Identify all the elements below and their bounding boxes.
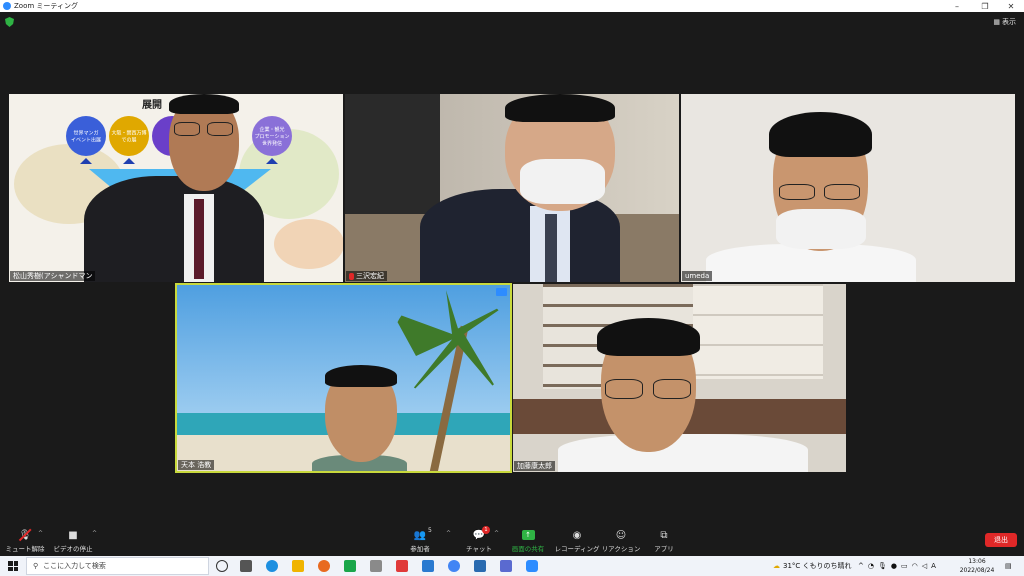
cabinet xyxy=(693,284,823,379)
maximize-button[interactable]: ❐ xyxy=(972,0,998,12)
apps-icon: ⧉ xyxy=(660,529,668,541)
glasses-icon xyxy=(653,379,691,399)
photos-icon[interactable] xyxy=(474,560,486,572)
apps-button[interactable]: ⧉ アプリ xyxy=(639,529,689,554)
reactions-icon: ☺ xyxy=(615,529,627,541)
weather-widget[interactable]: ☁ 31°C くもりのち晴れ xyxy=(773,556,852,576)
notification-icon[interactable]: ▤ xyxy=(1005,556,1012,576)
view-button-label: 表示 xyxy=(1002,18,1016,26)
muted-mic-icon xyxy=(349,272,354,280)
app-icon[interactable] xyxy=(396,560,408,572)
participants-button[interactable]: 👥 5 参加者 xyxy=(395,527,445,553)
video-tile-1[interactable]: 世界マンガ イベント出展 大阪・関西万博 での展 企業・観光 プロモーション 世界発信 展開… xyxy=(9,94,343,282)
participants-icon: 👥 5 xyxy=(413,527,432,541)
app-icon[interactable] xyxy=(500,560,512,572)
glasses-icon xyxy=(824,184,860,200)
glasses-icon xyxy=(605,379,643,399)
person-hair xyxy=(169,94,239,114)
chat-caret[interactable]: ^ xyxy=(494,530,499,537)
person-hair xyxy=(769,112,872,157)
meeting-controls: 🎙 ミュート解除 ^ ■ ビデオの停止 ^ 👥5 参加者 ^ 💬1 チャット ^… xyxy=(0,526,1024,556)
share-screen-button[interactable]: ↑ 画面の共有 xyxy=(503,529,553,553)
zoom-logo-icon xyxy=(3,2,11,10)
display-icon[interactable]: ▭ xyxy=(901,562,908,570)
taskbar-search-box[interactable]: ⚲ ここに入力して検索 xyxy=(26,557,209,575)
tray-app-icon[interactable]: ● xyxy=(891,562,897,570)
minimize-button[interactable]: – xyxy=(944,0,970,12)
security-shield-icon[interactable] xyxy=(5,17,14,27)
mic-icon[interactable]: 🎙 xyxy=(878,562,887,570)
person-body xyxy=(420,189,620,282)
leave-button[interactable]: 退出 xyxy=(985,533,1017,547)
taskbar-clock[interactable]: 13:06 2022/08/24 xyxy=(956,557,998,575)
participant-name-1: 松山秀樹(アシャンドマン xyxy=(10,271,96,281)
video-button[interactable]: ■ ビデオの停止 xyxy=(48,529,98,554)
muted-mic-icon: 🎙 xyxy=(18,528,32,542)
person-hair xyxy=(505,94,615,122)
view-button[interactable]: ▦ 表示 xyxy=(993,17,1016,27)
participant-name-2: 三沢宏紀 xyxy=(346,271,387,281)
slide-bubble-label: 世界マンガ xyxy=(73,130,98,137)
participant-name-4: 天本 浩教 xyxy=(178,460,215,470)
slide-bubble-label: 世界発信 xyxy=(262,140,282,147)
firefox-icon[interactable] xyxy=(318,560,330,572)
close-button[interactable]: ✕ xyxy=(998,0,1024,12)
record-button[interactable]: ◉ レコーディング xyxy=(552,529,602,554)
app-icon[interactable] xyxy=(370,560,382,572)
chat-badge: 1 xyxy=(482,526,490,534)
zoom-taskbar-icon[interactable] xyxy=(526,560,538,572)
audio-options-caret[interactable]: ^ xyxy=(38,530,43,537)
video-tile-3[interactable]: umeda xyxy=(681,94,1015,282)
participant-name-3: umeda xyxy=(682,271,713,281)
cortana-icon[interactable] xyxy=(216,560,228,572)
task-view-icon[interactable] xyxy=(240,560,252,572)
app-icon[interactable] xyxy=(422,560,434,572)
person-body xyxy=(558,434,808,472)
slide-bubble-label: プロモーション xyxy=(255,134,290,140)
network-icon[interactable]: ◔ xyxy=(868,562,874,570)
person-body xyxy=(84,176,264,282)
slide-bubble-label: 大阪・関西万博 xyxy=(111,130,146,137)
record-icon: ◉ xyxy=(572,529,582,541)
edge-icon[interactable] xyxy=(266,560,278,572)
chevron-up-icon[interactable]: ^ xyxy=(858,562,864,570)
wifi-icon[interactable]: ◠ xyxy=(912,562,918,570)
glasses-icon xyxy=(207,122,233,136)
video-tile-2[interactable]: 三沢宏紀 xyxy=(345,94,679,282)
tie xyxy=(545,214,557,282)
chat-icon: 💬 1 xyxy=(472,526,490,541)
line-icon[interactable] xyxy=(344,560,356,572)
speaker-icon[interactable]: ◁ xyxy=(922,562,927,570)
face-mask xyxy=(520,159,605,204)
search-icon: ⚲ xyxy=(33,562,39,570)
windows-start-icon[interactable] xyxy=(8,561,18,571)
system-tray-icons[interactable]: ^ ◔ 🎙 ● ▭ ◠ ◁ A xyxy=(858,556,936,576)
video-tile-5[interactable]: 加藤康太郎 xyxy=(513,284,846,472)
person-hair xyxy=(597,318,700,356)
video-tile-4[interactable]: 天本 浩教 xyxy=(175,283,512,473)
video-camera-icon: ■ xyxy=(68,529,78,541)
weather-icon: ☁ xyxy=(773,562,780,570)
glasses-icon xyxy=(174,122,200,136)
participants-caret[interactable]: ^ xyxy=(446,530,451,537)
pin-icon[interactable] xyxy=(496,288,507,296)
tie xyxy=(194,199,204,279)
window-title: Zoom ミーティング xyxy=(14,2,78,10)
windows-taskbar: ⚲ ここに入力して検索 ☁ 31°C くもりのち晴れ ^ ◔ 🎙 ● ▭ ◠ ◁… xyxy=(0,556,1024,576)
chrome-icon[interactable] xyxy=(448,560,460,572)
participant-name-5: 加藤康太郎 xyxy=(514,461,555,471)
glasses-icon xyxy=(779,184,815,200)
face-mask xyxy=(776,209,866,249)
slide-bubble-label: 企業・観光 xyxy=(259,126,284,133)
video-options-caret[interactable]: ^ xyxy=(92,530,97,537)
file-explorer-icon[interactable] xyxy=(292,560,304,572)
slide-bubble-label: イベント出展 xyxy=(71,137,101,144)
slide-title: 展開 xyxy=(142,100,162,111)
share-screen-icon: ↑ xyxy=(521,529,535,541)
person-hair xyxy=(325,365,397,387)
slide-bubble-label: での展 xyxy=(121,138,136,144)
grid-icon: ▦ xyxy=(993,18,1000,26)
window-title-bar: Zoom ミーティング – ❐ ✕ xyxy=(0,0,1024,12)
ime-indicator[interactable]: A xyxy=(931,562,936,570)
